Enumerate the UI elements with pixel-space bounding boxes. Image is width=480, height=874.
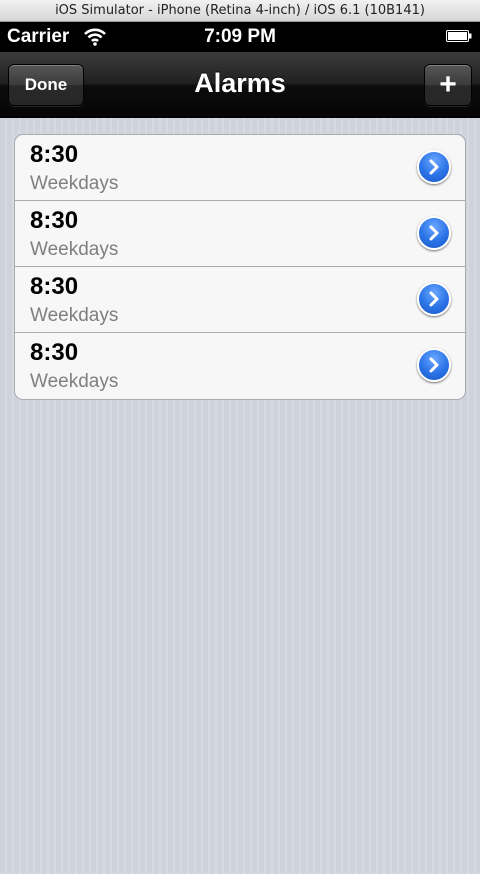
detail-disclosure-button[interactable] xyxy=(417,282,451,316)
alarm-time: 8:30 xyxy=(30,273,79,300)
chevron-right-icon xyxy=(429,225,439,241)
detail-disclosure-button[interactable] xyxy=(417,150,451,184)
add-alarm-button[interactable]: + xyxy=(424,64,472,106)
page-title: Alarms xyxy=(194,68,286,98)
navigation-bar: Done Alarms + xyxy=(0,52,480,118)
plus-icon: + xyxy=(439,68,457,101)
alarm-row[interactable]: 8:30 Weekdays xyxy=(15,135,465,201)
alarm-time: 8:30 xyxy=(30,339,79,366)
alarm-row[interactable]: 8:30 Weekdays xyxy=(15,201,465,267)
alarm-repeat-label: Weekdays xyxy=(30,173,119,194)
alarm-time: 8:30 xyxy=(30,141,79,168)
chevron-right-icon xyxy=(429,291,439,307)
status-time: 7:09 PM xyxy=(204,26,276,47)
alarm-list-area: 8:30 Weekdays 8:30 Weekdays 8:30 Weekday… xyxy=(0,118,480,874)
alarm-time: 8:30 xyxy=(30,207,79,234)
detail-disclosure-button[interactable] xyxy=(417,216,451,250)
chevron-right-icon xyxy=(429,357,439,373)
alarm-row[interactable]: 8:30 Weekdays xyxy=(15,267,465,333)
alarm-row[interactable]: 8:30 Weekdays xyxy=(15,333,465,399)
battery-icon xyxy=(446,30,472,42)
alarm-list: 8:30 Weekdays 8:30 Weekdays 8:30 Weekday… xyxy=(14,134,466,400)
status-bar: Carrier 7:09 PM xyxy=(0,22,480,52)
chevron-right-icon xyxy=(429,159,439,175)
alarm-repeat-label: Weekdays xyxy=(30,239,119,260)
alarm-repeat-label: Weekdays xyxy=(30,305,119,326)
window-title: iOS Simulator - iPhone (Retina 4-inch) /… xyxy=(0,0,480,22)
alarm-repeat-label: Weekdays xyxy=(30,371,119,392)
detail-disclosure-button[interactable] xyxy=(417,348,451,382)
